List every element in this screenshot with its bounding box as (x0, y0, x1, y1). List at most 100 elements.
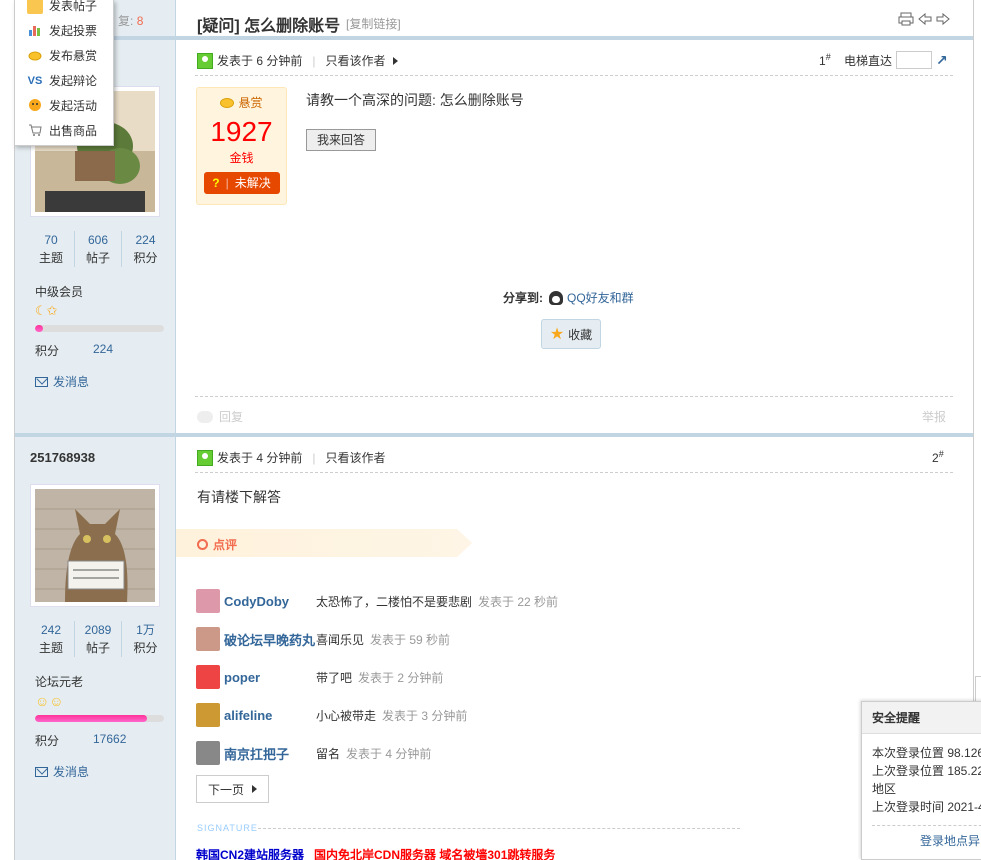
stat-posts[interactable]: 2089 帖子 (75, 621, 122, 657)
answer-button[interactable]: 我来回答 (306, 129, 377, 151)
post-time: 发表于 4 分钟前 (217, 451, 303, 465)
security-footer-link[interactable]: 登录地点异常 (872, 825, 981, 849)
reward-unit: 金钱 (229, 151, 254, 165)
comment-username[interactable]: CodyDoby (224, 594, 316, 609)
poll-icon (27, 23, 43, 39)
security-line: 上次登录时间 2021-4 (872, 800, 981, 814)
signature-links: 韩国CN2建站服务器 国内免北岸CDN服务器 域名被墙301跳转服务 (196, 846, 555, 860)
post-question: 请教一个高深的问题: 怎么删除账号 (306, 92, 524, 108)
send-message-link-2[interactable]: 发消息 (35, 763, 89, 780)
rank-progress-fill (35, 325, 43, 332)
comment-avatar[interactable] (196, 741, 220, 765)
post1-bottom-divider (195, 396, 953, 397)
meta-divider-2 (195, 472, 953, 473)
rank-badge-icon: ☾✩ (35, 303, 58, 318)
rank-progress-fill (35, 715, 148, 722)
prev-thread-icon[interactable] (918, 12, 932, 29)
stat-posts[interactable]: 606 帖子 (75, 231, 122, 267)
comment-item: 南京扛把子 留名 发表于 4 分钟前 (196, 741, 431, 765)
menu-item-post[interactable]: 发表帖子 (27, 0, 97, 16)
print-icon[interactable] (898, 12, 914, 29)
comment-username[interactable]: 破论坛早晚药丸 (224, 630, 316, 649)
only-author-link[interactable]: 只看该作者 (325, 52, 385, 69)
next-page-button[interactable]: 下一页 (196, 775, 269, 803)
security-line: 上次登录位置 185.22 (872, 764, 981, 778)
favorite-button[interactable]: ★ 收藏 (541, 319, 601, 349)
reward-status-badge: ? | 未解决 (203, 172, 280, 194)
floor-number-2[interactable]: 2# (932, 449, 944, 465)
thread-title: [疑问] 怎么删除账号 (197, 18, 341, 35)
author-avatar-cat[interactable] (30, 484, 160, 607)
share-label: 分享到: (503, 291, 543, 305)
post-icon (27, 0, 43, 14)
share-qq-link[interactable]: QQ好友和群 (567, 289, 634, 306)
floor-jump-label: 电梯直达 (844, 53, 893, 68)
meta-divider (195, 75, 953, 76)
comment-time: 发表于 2 分钟前 (358, 670, 444, 685)
new-post-menu: 发表帖子 发起投票 发布悬赏 VS 发起辩论 发起活动 出售商品 (14, 0, 114, 146)
stat-threads[interactable]: 70 主题 (28, 231, 75, 267)
comments-label: 点评 (197, 536, 237, 553)
comment-avatar[interactable] (196, 665, 220, 689)
comment-avatar[interactable] (196, 703, 220, 727)
menu-item-reward[interactable]: 发布悬赏 (27, 46, 97, 66)
arrow-right-icon (393, 56, 399, 65)
question-icon: ? (212, 176, 220, 190)
signature-link-2[interactable]: 国内免北岸CDN服务器 域名被墙301跳转服务 (314, 846, 555, 860)
floor-jump-input[interactable] (896, 51, 933, 69)
rank-progress-bar (35, 325, 164, 332)
online-user-icon (197, 52, 213, 69)
comment-item: CodyDoby 太恐怖了，二楼怕不是要悲剧 发表于 22 秒前 (196, 589, 558, 613)
security-alert-title: 安全提醒 (862, 702, 981, 734)
author-points: 积分 224 (35, 342, 114, 358)
signature-link-1[interactable]: 韩国CN2建站服务器 (196, 846, 304, 860)
comment-item: 破论坛早晚药丸 喜闻乐见 发表于 59 秒前 (196, 627, 450, 651)
stat-threads[interactable]: 242 主题 (28, 621, 75, 657)
menu-item-debate[interactable]: VS 发起辩论 (27, 71, 97, 91)
comment-item: alifeline 小心被带走 发表于 3 分钟前 (196, 703, 467, 727)
menu-item-poll[interactable]: 发起投票 (27, 21, 97, 41)
go-icon[interactable]: ↗ (936, 52, 948, 69)
rank-badge-icon: ☺☺ (35, 693, 64, 709)
star-icon: ★ (549, 326, 565, 343)
copy-link[interactable]: [复制链接] (346, 15, 401, 32)
stat-points[interactable]: 224 积分 (122, 231, 169, 267)
comment-avatar[interactable] (196, 627, 220, 651)
reward-amount: 1927 (210, 116, 273, 147)
comment-text: 带了吧 (316, 670, 353, 685)
menu-item-sell[interactable]: 出售商品 (27, 121, 97, 141)
author-rank-2: 论坛元老 (35, 675, 84, 689)
comment-username[interactable]: poper (224, 670, 316, 685)
comment-text: 太恐怖了，二楼怕不是要悲剧 (316, 594, 473, 609)
stat-points[interactable]: 1万 积分 (122, 621, 169, 657)
online-user-icon (197, 449, 213, 466)
reply-link[interactable]: 回复 (197, 408, 243, 425)
report-link[interactable]: 举报 (922, 408, 946, 425)
comment-text: 留名 (316, 746, 341, 761)
thread-header-divider (15, 36, 973, 40)
reward-box: 悬赏 1927 金钱 ? | 未解决 (196, 87, 287, 205)
comment-username[interactable]: alifeline (224, 708, 316, 723)
side-tab[interactable] (975, 676, 981, 702)
only-author-link[interactable]: 只看该作者 (325, 449, 385, 466)
post2-meta: 发表于 4 分钟前 | 只看该作者 (197, 449, 385, 466)
share-bar: 分享到: QQ好友和群 (503, 289, 634, 306)
signature-label: SIGNATURE (197, 823, 258, 833)
comment-text: 喜闻乐见 (316, 632, 365, 647)
next-thread-icon[interactable] (936, 12, 950, 29)
rank-progress-bar-2 (35, 715, 164, 722)
author-stats: 70 主题 606 帖子 224 积分 (28, 231, 169, 267)
post-divider (15, 433, 973, 437)
arrow-right-icon (252, 785, 257, 793)
post-time: 发表于 6 分钟前 (217, 54, 303, 68)
author-username[interactable]: 251768938 (30, 450, 95, 465)
comment-username[interactable]: 南京扛把子 (224, 744, 316, 763)
comment-avatar[interactable] (196, 589, 220, 613)
comment-time: 发表于 4 分钟前 (346, 746, 432, 761)
send-message-link[interactable]: 发消息 (35, 373, 89, 390)
post1-meta: 发表于 6 分钟前 | 只看该作者 (197, 52, 399, 69)
author-points-2: 积分 17662 (35, 732, 127, 748)
floor-number[interactable]: 1# (819, 52, 831, 68)
menu-item-activity[interactable]: 发起活动 (27, 96, 97, 116)
author-rank: 中级会员 (35, 285, 84, 299)
